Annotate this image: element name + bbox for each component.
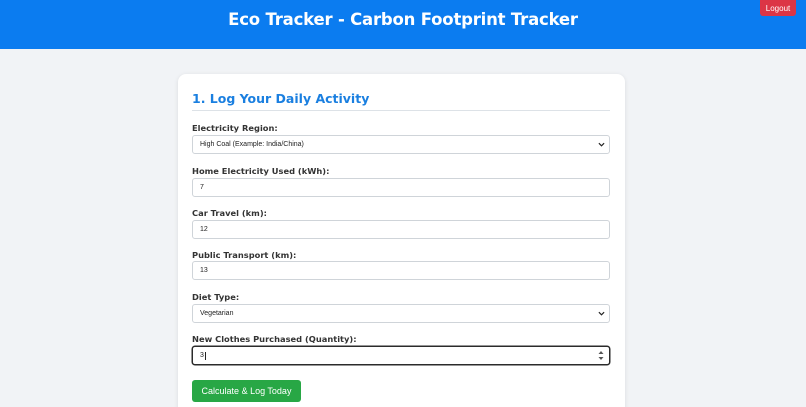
car-travel-value: 12 bbox=[200, 226, 208, 233]
app-header: Eco Tracker - Carbon Footprint Tracker L… bbox=[0, 0, 806, 49]
diet-type-label: Diet Type: bbox=[192, 292, 240, 302]
diet-type-select[interactable]: Vegetarian bbox=[192, 304, 610, 323]
calculate-log-button[interactable]: Calculate & Log Today bbox=[192, 380, 301, 402]
public-transport-label: Public Transport (km): bbox=[192, 250, 297, 260]
car-travel-label: Car Travel (km): bbox=[192, 208, 267, 218]
diet-type-value: Vegetarian bbox=[200, 310, 234, 317]
chevron-down-icon bbox=[598, 142, 605, 147]
electricity-region-label: Electricity Region: bbox=[192, 123, 278, 133]
car-travel-input[interactable]: 12 bbox=[192, 220, 610, 239]
electricity-region-value: High Coal (Example: India/China) bbox=[200, 141, 304, 148]
section-title: 1. Log Your Daily Activity bbox=[192, 91, 370, 106]
electricity-region-select[interactable]: High Coal (Example: India/China) bbox=[192, 135, 610, 154]
spinner-arrows-icon[interactable] bbox=[598, 350, 604, 361]
new-clothes-label: New Clothes Purchased (Quantity): bbox=[192, 334, 357, 344]
activity-log-card: 1. Log Your Daily Activity Electricity R… bbox=[178, 74, 625, 407]
text-cursor bbox=[204, 351, 206, 360]
logout-button[interactable]: Logout bbox=[760, 0, 796, 16]
app-title: Eco Tracker - Carbon Footprint Tracker bbox=[228, 10, 578, 29]
new-clothes-value: 3 bbox=[200, 352, 204, 359]
home-electricity-input[interactable]: 7 bbox=[192, 178, 610, 197]
public-transport-value: 13 bbox=[200, 267, 208, 274]
home-electricity-label: Home Electricity Used (kWh): bbox=[192, 166, 330, 176]
home-electricity-value: 7 bbox=[200, 184, 204, 191]
new-clothes-input[interactable]: 3 bbox=[192, 346, 610, 365]
chevron-down-icon bbox=[598, 311, 605, 316]
title-divider bbox=[192, 110, 610, 111]
public-transport-input[interactable]: 13 bbox=[192, 261, 610, 280]
